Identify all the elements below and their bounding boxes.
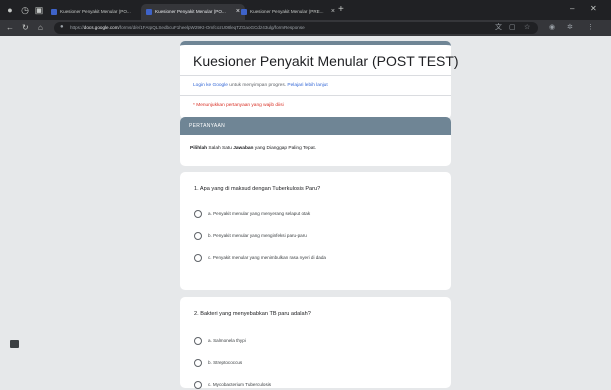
tab-1-label: Kuesioner Penyakit Menular (PO...: [60, 9, 131, 14]
tab-3-label: Kuesioner Penyakit Menular (PRE...: [250, 9, 324, 14]
question-title: 2. Bakteri yang menyebabkan TB paru adal…: [194, 311, 311, 317]
bookmark-star-icon[interactable]: ☆: [524, 24, 530, 32]
back-icon[interactable]: ←: [6, 23, 14, 33]
section-title: PERTANYAAN: [189, 123, 226, 129]
page-content: Kuesioner Penyakit Menular (POST TEST) L…: [0, 36, 611, 389]
section-description: Pilihlah Salah Satu Jawaban yang Diangga…: [180, 135, 451, 166]
option-label[interactable]: a. Penyakit menular yang menyerang selap…: [208, 211, 310, 216]
tab-1[interactable]: Kuesioner Penyakit Menular (PO... ×: [46, 4, 150, 20]
history-icon[interactable]: ◷: [20, 5, 30, 15]
option-label[interactable]: b. Penyakit menular yang menginfeksi par…: [208, 233, 307, 238]
login-text: untuk menyimpan progres.: [227, 83, 288, 88]
install-icon[interactable]: ▢: [509, 24, 516, 32]
tab-3[interactable]: Kuesioner Penyakit Menular (PRE... ×: [236, 4, 340, 20]
extension-icon[interactable]: ◉: [549, 23, 555, 32]
section-header: PERTANYAAN: [180, 117, 451, 135]
lock-icon: ●: [60, 24, 64, 30]
divider: [180, 95, 451, 96]
address-bar[interactable]: ● https://docs.google.com/forms/d/e/1FAI…: [54, 22, 538, 34]
instruction-text: Pilihlah Salah Satu Jawaban yang Diangga…: [190, 146, 316, 151]
profile-icon[interactable]: ●: [5, 5, 15, 15]
url-text: https://docs.google.com/forms/d/e/1FAIpQ…: [70, 22, 305, 34]
reload-icon[interactable]: ↻: [22, 23, 29, 33]
radio-button[interactable]: [194, 210, 202, 218]
new-tab-button[interactable]: +: [338, 4, 344, 16]
login-link[interactable]: Login ke Google: [193, 83, 228, 88]
tab-2-label: Kuesioner Penyakit Menular (PO...: [155, 9, 226, 14]
minimize-icon[interactable]: –: [570, 4, 574, 13]
instruction-bold-2: Jawaban: [233, 146, 254, 151]
radio-button[interactable]: [194, 337, 202, 345]
url-prefix: https://: [70, 25, 84, 30]
url-path: /forms/d/e/1FAIpQLSedbcuF1heelpW29Kt-Omf…: [118, 25, 305, 30]
option-label[interactable]: b. Streptococcus: [208, 360, 242, 365]
option-label[interactable]: c. Mycobacterium Tuberculosis: [208, 382, 271, 387]
radio-button[interactable]: [194, 381, 202, 389]
browser-tab-bar: ● ◷ ▣ Kuesioner Penyakit Menular (PO... …: [0, 0, 611, 20]
radio-button[interactable]: [194, 232, 202, 240]
close-tab-icon[interactable]: ×: [331, 4, 335, 20]
instruction-bold-1: Pilihlah: [190, 146, 208, 151]
forms-favicon-icon: [241, 8, 247, 15]
close-window-icon[interactable]: ✕: [590, 4, 597, 13]
menu-icon[interactable]: ⋮: [587, 23, 594, 32]
login-notice: Login ke Google untuk menyimpan progres.…: [193, 83, 328, 88]
form-header-card: Kuesioner Penyakit Menular (POST TEST) L…: [180, 41, 459, 119]
forms-favicon-icon: [51, 8, 57, 15]
radio-button[interactable]: [194, 359, 202, 367]
feedback-icon[interactable]: [10, 340, 19, 348]
question-title: 1. Apa yang di maksud dengan Tuberkulosi…: [194, 186, 321, 192]
option-label[interactable]: c. Penyakit menular yang menimbulkan ras…: [208, 255, 326, 260]
translate-icon[interactable]: 文: [495, 24, 502, 32]
forms-favicon-icon: [146, 8, 152, 15]
tab-search-icon[interactable]: ▣: [34, 5, 44, 15]
option-label[interactable]: a. Salmonela thypi: [208, 338, 246, 343]
puzzle-icon[interactable]: ✲: [567, 23, 573, 32]
learn-more-link[interactable]: Pelajari lebih lanjut: [287, 83, 327, 88]
required-note: * Menunjukkan pertanyaan yang wajib diis…: [193, 103, 284, 108]
url-domain: docs.google.com: [83, 25, 119, 30]
instruction-end: yang Dianggap Paling Tepat.: [253, 146, 317, 151]
tab-2[interactable]: Kuesioner Penyakit Menular (PO... ×: [141, 4, 245, 20]
divider: [180, 75, 451, 76]
home-icon[interactable]: ⌂: [38, 23, 43, 33]
form-title: Kuesioner Penyakit Menular (POST TEST): [193, 53, 459, 69]
radio-button[interactable]: [194, 254, 202, 262]
instruction-mid: Salah Satu: [207, 146, 234, 151]
browser-toolbar: ← ↻ ⌂ ● https://docs.google.com/forms/d/…: [0, 20, 611, 36]
question-card: 1. Apa yang di maksud dengan Tuberkulosi…: [180, 172, 451, 290]
question-card: 2. Bakteri yang menyebabkan TB paru adal…: [180, 297, 451, 389]
